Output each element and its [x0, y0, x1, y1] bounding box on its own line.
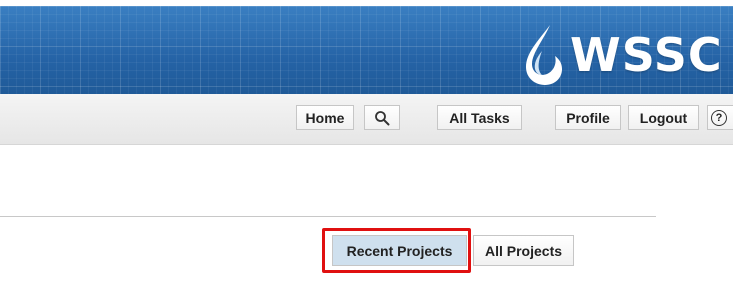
header-banner: WSSC	[0, 6, 733, 94]
logo[interactable]: WSSC	[520, 20, 723, 90]
home-button[interactable]: Home	[296, 105, 354, 130]
logo-text: WSSC	[570, 28, 723, 82]
profile-button[interactable]: Profile	[555, 105, 621, 130]
water-drop-icon	[526, 25, 562, 85]
all-tasks-button[interactable]: All Tasks	[437, 105, 522, 130]
page: WSSC Home All Tasks Profile Logout ? Rec…	[0, 0, 733, 287]
nav-bar: Home All Tasks Profile Logout ?	[0, 94, 733, 145]
logout-button[interactable]: Logout	[628, 105, 699, 130]
section-divider	[0, 216, 656, 217]
help-button[interactable]: ?	[707, 105, 733, 130]
tab-recent-projects[interactable]: Recent Projects	[332, 235, 467, 266]
search-icon	[375, 110, 390, 125]
search-button[interactable]	[364, 105, 400, 130]
help-icon: ?	[711, 109, 727, 126]
tab-all-projects[interactable]: All Projects	[473, 235, 574, 266]
